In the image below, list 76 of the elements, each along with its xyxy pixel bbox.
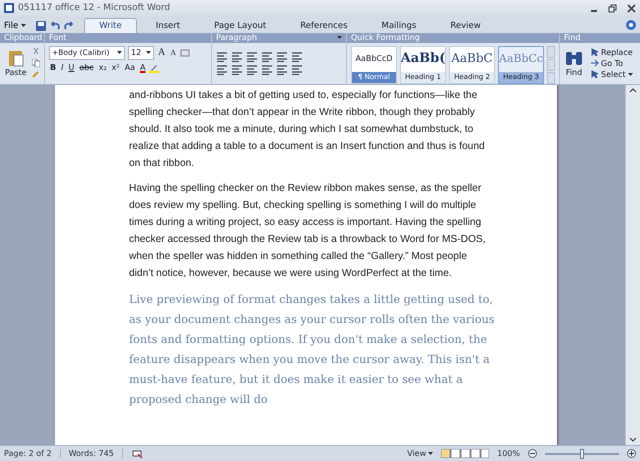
cut-icon[interactable]: [32, 48, 40, 56]
arrow-icon: [591, 59, 599, 68]
replace-icon: [591, 48, 599, 56]
format-button[interactable]: U: [67, 63, 76, 72]
caret-icon: [628, 72, 633, 76]
ribbon-tab[interactable]: Write: [84, 18, 137, 33]
center-icon[interactable]: [231, 64, 243, 75]
window-title: 051117 office 12 - Microsoft Word: [18, 3, 172, 14]
grow-font-button[interactable]: A: [157, 47, 166, 58]
line-spacing-icon[interactable]: [276, 64, 288, 75]
group-title: Clipboard: [4, 32, 42, 43]
app-icon: [4, 3, 14, 14]
zoom-level: 100%: [497, 449, 520, 458]
highlight-icon[interactable]: [149, 62, 160, 73]
ribbon-tab[interactable]: Mailings: [366, 18, 432, 33]
font-size-field[interactable]: 12: [128, 46, 154, 60]
body-paragraph: Having the spelling checker on the Review ribbon makes sense, as the speller does review my spelling. But, checking spelling is something I will do multiple times during a writing project, so easy access is important. Having the spelling checker accessed through the Review tab is a throwback to Word for MS-DOS, when the speller was hidden in something called the “Gallery.” Most people didn’t notice, however, because we were using WordPerfect at the time.: [129, 182, 487, 281]
align-left-icon[interactable]: [216, 64, 228, 75]
decrease-indent-icon[interactable]: [261, 52, 273, 62]
zoom-in-icon[interactable]: [627, 449, 636, 458]
clear-format-icon[interactable]: [180, 48, 190, 58]
find-command[interactable]: Replace: [590, 48, 634, 57]
cursor-icon: [591, 70, 599, 78]
help-icon[interactable]: [626, 20, 636, 30]
redo-icon[interactable]: [64, 20, 74, 31]
caret-icon: [146, 51, 151, 54]
caret-icon: [428, 452, 434, 456]
group-title: Find: [564, 32, 580, 43]
group-title: Font: [49, 32, 66, 43]
shading-icon[interactable]: [291, 64, 303, 75]
format-button[interactable]: x₂: [98, 63, 108, 72]
zoom-slider-thumb[interactable]: [580, 448, 584, 459]
align-right-icon[interactable]: [246, 64, 258, 75]
proofing-icon[interactable]: [130, 448, 143, 459]
justify-icon[interactable]: [261, 64, 273, 75]
heading-paragraph: Live previewing of format changes takes a little getting used to, as your document changes as your cursor rolls often the various fonts and formatting options. If you don't make a selection, the feature disappears when you move the cursor away. This isn't a must-have feature, but it does make it easier to see what a proposed change will do: [129, 292, 495, 408]
ribbon-tab[interactable]: Page Layout: [199, 18, 282, 33]
caret-icon: [117, 51, 122, 54]
copy-icon[interactable]: [32, 59, 40, 68]
multilevel-list-icon[interactable]: [246, 52, 258, 62]
shrink-font-button[interactable]: A: [169, 48, 178, 58]
undo-icon[interactable]: [50, 20, 60, 31]
page-count: Page: 2 of 2: [4, 449, 61, 458]
ribbon-tab[interactable]: References: [285, 18, 362, 33]
bullets-icon[interactable]: [216, 52, 228, 62]
format-button[interactable]: abc: [78, 63, 95, 72]
ribbon-tab[interactable]: Review: [435, 18, 496, 33]
dialog-launcher-icon: [337, 36, 342, 40]
file-menu[interactable]: File: [4, 20, 32, 33]
view-buttons-icon[interactable]: [441, 449, 490, 458]
numbering-icon[interactable]: [231, 52, 243, 62]
caret-icon: [21, 24, 26, 28]
find-button[interactable]: Find: [564, 50, 584, 77]
word-count: Words: 745: [68, 449, 123, 458]
group-title: Quick Formatting: [351, 32, 420, 43]
save-icon[interactable]: [36, 20, 46, 31]
font-color-button[interactable]: A: [139, 63, 146, 72]
format-button[interactable]: I: [60, 63, 64, 72]
zoom-out-icon[interactable]: [528, 449, 537, 458]
sort-icon[interactable]: [291, 52, 303, 62]
format-button[interactable]: B: [49, 63, 58, 72]
find-command[interactable]: Select: [590, 70, 634, 79]
increase-indent-icon[interactable]: [276, 52, 288, 62]
clipboard-icon: [8, 49, 24, 68]
paste-button[interactable]: Paste: [4, 49, 28, 78]
scrollbar[interactable]: [625, 84, 640, 446]
find-command[interactable]: Go To: [590, 58, 634, 68]
body-paragraph: and-ribbons UI takes a bit of getting used to, especially for functions—like the spelling checker—that don’t appear in the Write ribbon, though they probably should. It also took me a minute, during which I sat somewhat dumbstuck, to realize that adding a table to a document is an Insert function and thus is found on that ribbon.: [129, 88, 486, 171]
binoculars-icon: [565, 50, 583, 66]
group-title: Paragraph: [216, 32, 257, 43]
restore-icon[interactable]: [608, 4, 617, 13]
close-icon[interactable]: [627, 4, 636, 13]
format-button[interactable]: Aa: [124, 63, 136, 72]
view-menu[interactable]: View: [407, 449, 434, 458]
ribbon-tab[interactable]: Insert: [140, 18, 196, 33]
format-button[interactable]: x²: [110, 63, 121, 72]
